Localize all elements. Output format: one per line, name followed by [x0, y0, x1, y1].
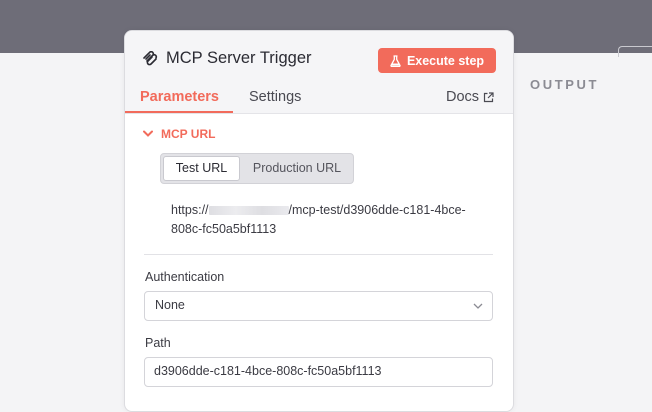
authentication-select[interactable]: None — [144, 291, 493, 321]
section-divider — [144, 254, 493, 255]
docs-link[interactable]: Docs — [446, 89, 494, 105]
path-label: Path — [145, 336, 171, 350]
output-label: OUTPUT — [530, 77, 600, 92]
url-type-switch: Test URL Production URL — [160, 153, 354, 184]
mcp-icon — [143, 51, 158, 66]
mcp-url-value[interactable]: https:///mcp-test/d3906dde-c181-4bce-808… — [171, 201, 491, 239]
mcp-url-label: MCP URL — [161, 127, 216, 141]
authentication-value: None — [155, 298, 185, 312]
redacted-host — [208, 206, 289, 216]
path-value: d3906dde-c181-4bce-808c-fc50a5bf1113 — [154, 364, 382, 378]
url-prefix: https:// — [171, 203, 209, 217]
mcp-url-section-toggle[interactable]: MCP URL — [143, 127, 215, 141]
tab-parameters[interactable]: Parameters — [140, 89, 219, 105]
active-tab-indicator — [125, 111, 233, 113]
flask-icon — [390, 54, 401, 67]
docs-label: Docs — [446, 89, 480, 105]
output-panel-edge — [618, 46, 652, 57]
external-link-icon — [483, 91, 494, 102]
execute-step-button[interactable]: Execute step — [378, 48, 496, 73]
authentication-label: Authentication — [145, 270, 225, 284]
node-parameters-panel: MCP Server Trigger Execute step Paramete… — [124, 30, 514, 412]
production-url-option[interactable]: Production URL — [242, 156, 352, 181]
tab-settings[interactable]: Settings — [249, 89, 301, 105]
execute-step-label: Execute step — [406, 53, 485, 68]
chevron-down-icon — [473, 303, 483, 309]
output-panel — [512, 53, 652, 403]
node-title: MCP Server Trigger — [166, 49, 312, 67]
chevron-down-icon — [143, 130, 153, 137]
panel-header: MCP Server Trigger Execute step Paramete… — [125, 31, 513, 114]
test-url-option[interactable]: Test URL — [163, 156, 240, 181]
path-input[interactable]: d3906dde-c181-4bce-808c-fc50a5bf1113 — [144, 357, 493, 387]
